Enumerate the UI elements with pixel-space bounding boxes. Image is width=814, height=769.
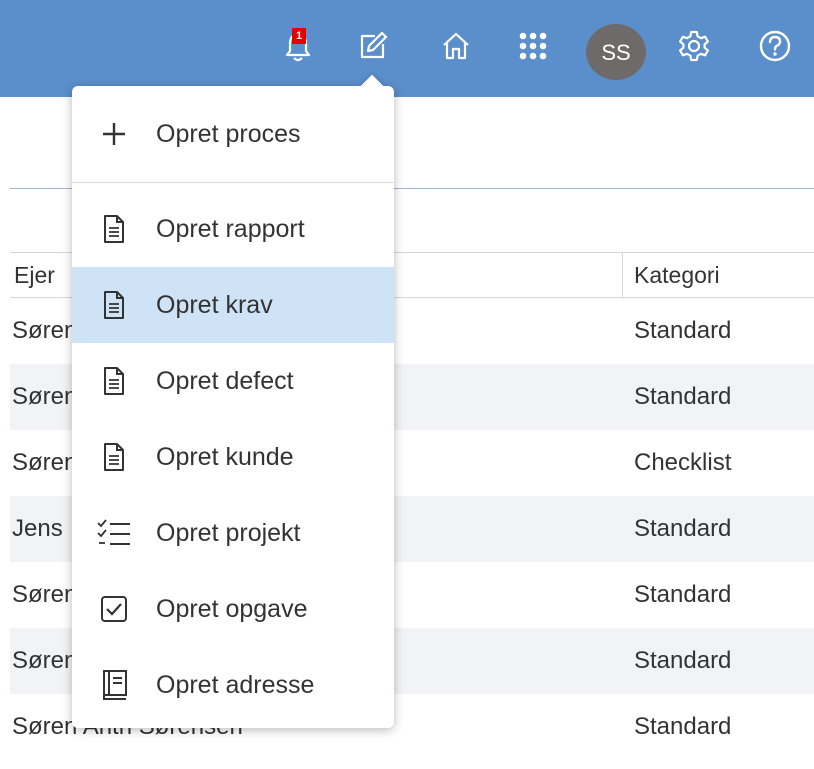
column-header-category[interactable]: Kategori <box>634 262 720 289</box>
menu-item-create-defect[interactable]: Opret defect <box>72 343 394 419</box>
help-button[interactable] <box>755 26 795 70</box>
document-icon <box>72 419 156 495</box>
create-button[interactable] <box>353 26 393 70</box>
apps-button[interactable] <box>513 26 553 70</box>
menu-item-label: Opret opgave <box>156 594 308 623</box>
create-menu: Opret proces Opret rapport Opret krav Op… <box>72 74 394 728</box>
menu-item-label: Opret kunde <box>156 442 294 471</box>
menu-item-label: Opret rapport <box>156 214 305 243</box>
menu-item-label: Opret projekt <box>156 518 301 547</box>
settings-button[interactable] <box>674 26 714 70</box>
address-book-icon <box>72 647 156 723</box>
category-cell: Standard <box>634 581 732 608</box>
menu-divider <box>72 182 394 183</box>
menu-item-create-requirement[interactable]: Opret krav <box>72 267 394 343</box>
top-bar: 1 SS <box>0 0 814 97</box>
apps-grid-icon <box>518 31 548 66</box>
home-button[interactable] <box>436 26 476 70</box>
category-cell: Standard <box>634 647 732 674</box>
home-icon <box>440 30 472 67</box>
menu-item-create-task[interactable]: Opret opgave <box>72 571 394 647</box>
menu-item-create-address[interactable]: Opret adresse <box>72 647 394 723</box>
gear-icon <box>677 29 711 68</box>
plus-icon <box>72 96 156 172</box>
menu-item-create-customer[interactable]: Opret kunde <box>72 419 394 495</box>
document-icon <box>72 343 156 419</box>
category-cell: Standard <box>634 515 732 542</box>
help-icon <box>758 29 792 68</box>
category-cell: Checklist <box>634 449 732 476</box>
menu-item-create-process[interactable]: Opret proces <box>72 96 394 172</box>
column-divider <box>622 253 623 299</box>
category-cell: Standard <box>634 713 732 740</box>
category-cell: Standard <box>634 383 732 410</box>
edit-icon <box>357 30 389 67</box>
checklist-icon <box>72 495 156 571</box>
menu-item-create-project[interactable]: Opret projekt <box>72 495 394 571</box>
document-icon <box>72 191 156 267</box>
notification-badge: 1 <box>292 28 306 44</box>
category-cell: Standard <box>634 317 732 344</box>
column-header-owner[interactable]: Ejer <box>12 262 55 289</box>
user-avatar[interactable]: SS <box>586 24 646 80</box>
document-icon <box>72 267 156 343</box>
menu-item-label: Opret defect <box>156 366 294 395</box>
notifications-button[interactable]: 1 <box>278 26 318 70</box>
menu-item-label: Opret adresse <box>156 670 315 699</box>
menu-item-create-report[interactable]: Opret rapport <box>72 191 394 267</box>
menu-item-label: Opret krav <box>156 290 273 319</box>
checkbox-icon <box>72 571 156 647</box>
owner-cell: Jens <box>12 515 63 542</box>
menu-item-label: Opret proces <box>156 119 301 148</box>
